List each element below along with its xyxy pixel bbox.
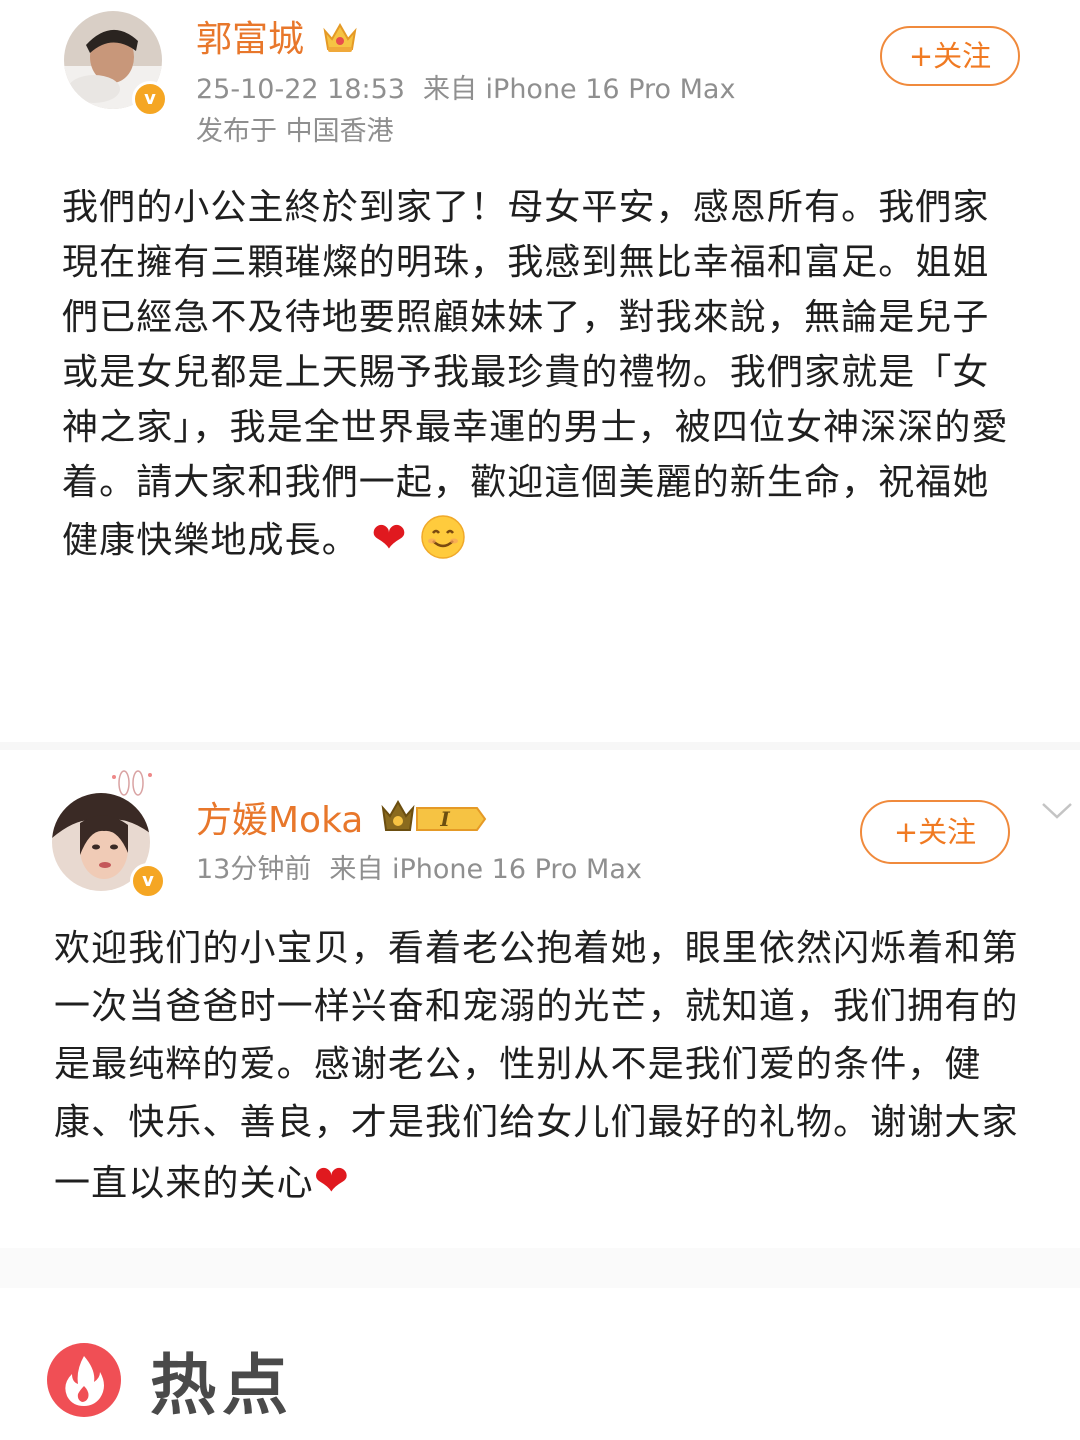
follow-button[interactable]: +关注 [860,800,1010,864]
post-text: 我們的小公主終於到家了！母女平安，感恩所有。我們家現在擁有三顆璀燦的明珠，我感到… [62,180,1020,568]
hot-section-label: 热点 [150,1347,294,1424]
chevron-down-icon[interactable] [1040,800,1074,822]
post-text: 欢迎我们的小宝贝，看着老公抱着她，眼里依然闪烁着和第一次当爸爸时一样兴奋和宠溺的… [54,920,1044,1213]
author-name[interactable]: 郭富城 [196,18,359,62]
heart-emoji-icon: ❤ [313,1156,350,1205]
post-body: 我們的小公主終於到家了！母女平安，感恩所有。我們家現在擁有三顆璀燦的明珠，我感到… [62,187,1009,561]
author-name[interactable]: 方媛Moka I [196,798,489,843]
post-source: 来自 iPhone 16 Pro Max [329,854,642,885]
crown-badge-icon [323,22,358,52]
post-meta: 13分钟前 来自 iPhone 16 Pro Max [196,852,642,888]
fire-icon [47,1343,121,1417]
level-badge-text: I [439,807,450,831]
heart-emoji-icon: ❤ [371,513,408,562]
post-time: 25-10-22 18:53 [196,74,405,105]
post-source: 来自 iPhone 16 Pro Max [422,74,736,105]
post-meta: 25-10-22 18:53 来自 iPhone 16 Pro Max [196,72,735,108]
bunny-ears-decoration-icon [112,770,152,796]
smile-emoji-icon [421,515,465,559]
verified-badge-icon: v [132,81,168,117]
crown-level-badge-icon: I [381,799,487,831]
follow-button[interactable]: +关注 [880,26,1020,86]
verified-badge-icon: v [130,863,166,899]
avatar[interactable]: v [64,11,168,117]
post-body: 欢迎我们的小宝贝，看着老公抱着她，眼里依然闪烁着和第一次当爸爸时一样兴奋和宠溺的… [54,928,1019,1204]
section-divider [0,1248,1080,1288]
post-location: 发布于 中国香港 [196,116,394,147]
section-divider [0,742,1080,750]
avatar[interactable]: v [52,770,166,899]
post-time: 13分钟前 [196,854,312,885]
